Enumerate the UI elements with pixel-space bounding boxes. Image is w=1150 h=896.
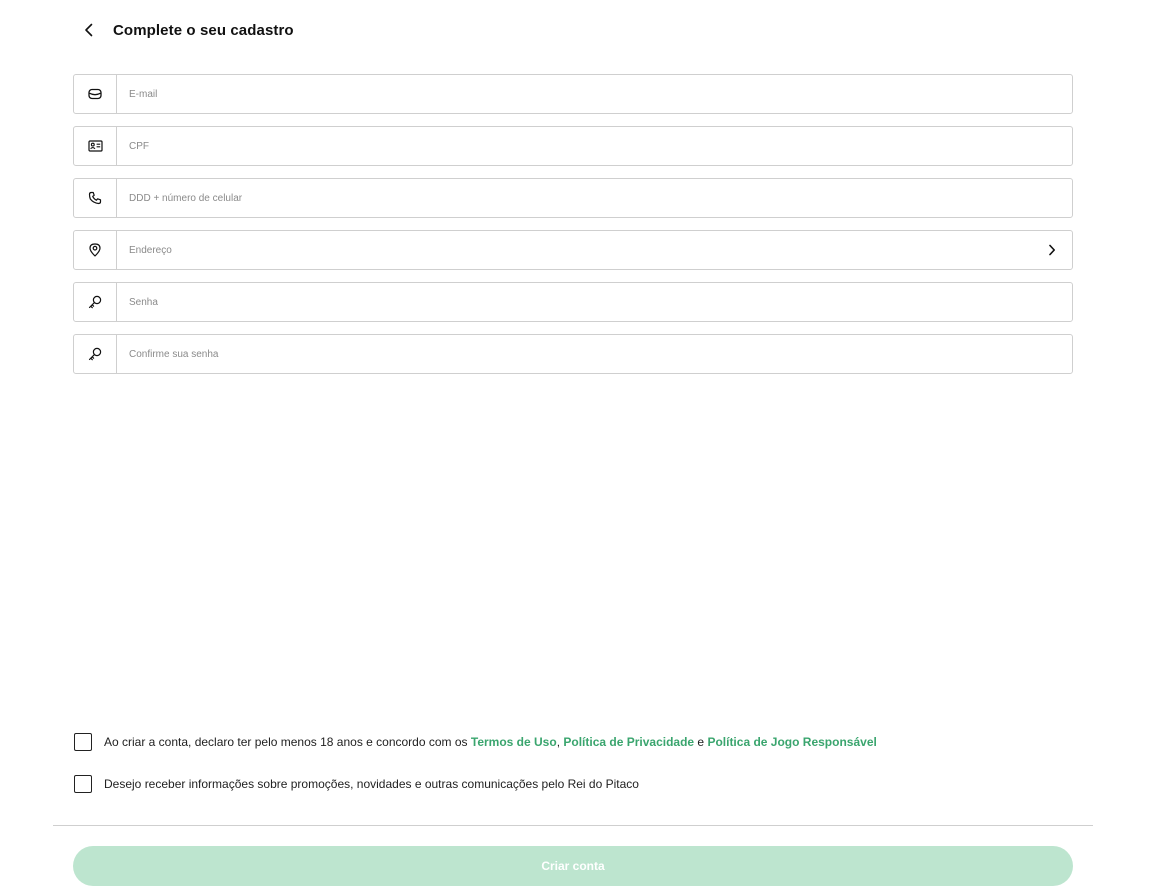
phone-input[interactable] — [117, 179, 1072, 217]
password-input[interactable] — [117, 283, 1072, 321]
terms-consent: Ao criar a conta, declaro ter pelo menos… — [74, 733, 877, 751]
responsible-gaming-link[interactable]: Política de Jogo Responsável — [707, 735, 876, 749]
confirm-password-field — [73, 334, 1073, 374]
address-input[interactable] — [117, 231, 1032, 269]
cpf-field-icon-box — [74, 127, 117, 165]
email-field-icon-box — [74, 75, 117, 113]
footer-divider — [53, 825, 1093, 826]
marketing-checkbox[interactable] — [74, 775, 92, 793]
id-card-icon — [87, 140, 103, 152]
page-title: Complete o seu cadastro — [113, 21, 294, 39]
chevron-right-icon — [1049, 244, 1055, 256]
email-field — [73, 74, 1073, 114]
terms-consent-text: Ao criar a conta, declaro ter pelo menos… — [104, 735, 877, 749]
email-input[interactable] — [117, 75, 1072, 113]
privacy-policy-link[interactable]: Política de Privacidade — [563, 735, 694, 749]
mail-icon — [88, 88, 102, 100]
create-account-button[interactable]: Criar conta — [73, 846, 1073, 886]
key-icon — [88, 347, 102, 361]
key-icon — [88, 295, 102, 309]
phone-field-icon-box — [74, 179, 117, 217]
phone-icon — [88, 191, 102, 205]
cpf-field — [73, 126, 1073, 166]
address-field[interactable] — [73, 230, 1073, 270]
password-field-icon-box — [74, 283, 117, 321]
chevron-left-icon — [85, 23, 93, 37]
terms-checkbox[interactable] — [74, 733, 92, 751]
terms-of-use-link[interactable]: Termos de Uso — [471, 735, 557, 749]
back-button[interactable] — [78, 16, 100, 44]
marketing-consent-text: Desejo receber informações sobre promoçõ… — [104, 777, 639, 791]
registration-form — [73, 74, 1073, 386]
map-pin-icon — [89, 243, 101, 257]
address-field-icon-box — [74, 231, 117, 269]
password-field — [73, 282, 1073, 322]
marketing-consent: Desejo receber informações sobre promoçõ… — [74, 775, 639, 793]
confirm-password-field-icon-box — [74, 335, 117, 373]
cpf-input[interactable] — [117, 127, 1072, 165]
confirm-password-input[interactable] — [117, 335, 1072, 373]
terms-separator-2: e — [694, 735, 708, 749]
terms-text-before: Ao criar a conta, declaro ter pelo menos… — [104, 735, 471, 749]
address-open-button[interactable] — [1032, 231, 1072, 269]
phone-field — [73, 178, 1073, 218]
page-header: Complete o seu cadastro — [78, 16, 294, 44]
